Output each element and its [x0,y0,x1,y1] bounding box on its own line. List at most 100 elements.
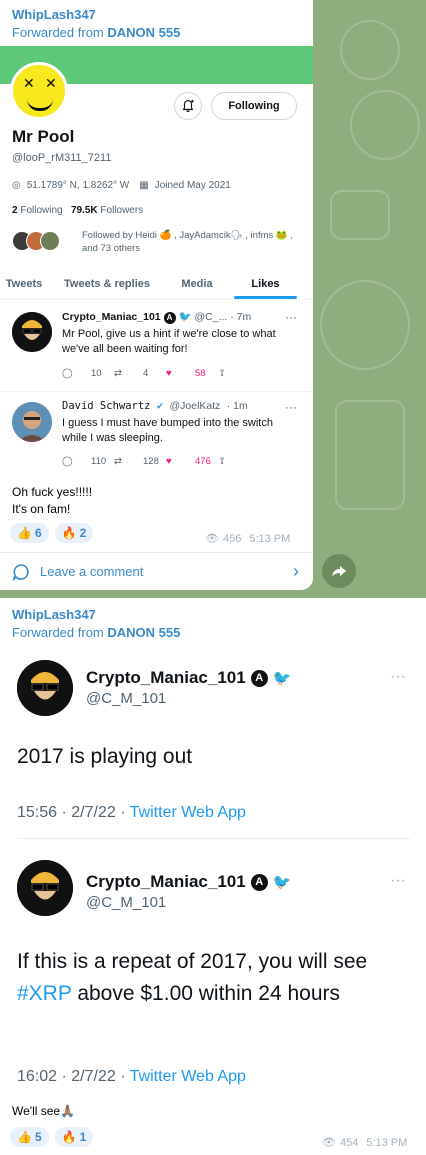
followed-by-avatars [12,231,60,251]
tweet-text: Mr Pool, give us a hint if we're close t… [62,328,276,355]
share-button[interactable]: ⇪ [218,368,270,379]
message-caption: We'll see🙏🏽 [12,1104,76,1118]
retweet-icon: ⇄ [114,368,122,379]
forwarded-from[interactable]: Forwarded from DANON 555 [12,624,414,642]
tweet-app-link[interactable]: Twitter Web App [130,804,246,821]
reply-button[interactable]: ◯ 10 [62,368,114,379]
profile-tabs: Tweets Tweets & replies Media Likes [0,270,313,300]
tweet-app-link[interactable]: Twitter Web App [130,1068,246,1085]
tweet-author-name[interactable]: Crypto_Maniac_101 A 🐦 [86,872,291,892]
a-badge-icon: A [250,873,268,891]
tweet-timestamp: 16:02 · 2/7/22 · Twitter Web App [17,1068,246,1086]
more-options-icon[interactable]: ··· [390,872,406,890]
author-name-text: Crypto_Maniac_101 [86,668,246,687]
tweet-author-handle: @C_M_101 [86,894,167,911]
following-button[interactable]: Following [211,92,297,120]
reaction-thumbs-up[interactable]: 👍 6 [10,523,49,543]
followers-label: Followers [100,205,144,216]
bell-plus-icon [182,99,194,113]
share-button[interactable]: ⇪ [218,456,270,467]
comment-icon [12,563,29,581]
tweet-author-name[interactable]: David Schwartz [62,400,151,412]
forwarded-source: DANON 555 [107,625,181,640]
leave-comment-bar[interactable]: Leave a comment › [0,552,313,590]
tweet-time: 16:02 · 2/7/22 · [17,1068,126,1085]
thumbs-up-icon: 👍 [17,526,32,540]
crypto-maniac-avatar-icon [17,660,73,716]
tweet-time: · 1m [226,400,248,412]
more-options-icon[interactable]: ··· [285,400,297,414]
view-count: 454 [339,1136,359,1149]
more-options-icon[interactable]: ··· [390,668,406,686]
hashtag-link[interactable]: #XRP [17,982,71,1005]
caption-line: Oh fuck yes!!!!! [12,485,93,499]
forwarded-prefix: Forwarded from [12,625,104,640]
retweet-button[interactable]: ⇄ 4 [114,368,166,379]
calendar-icon: ▦ [139,180,149,191]
crypto-maniac-avatar-icon [12,312,52,352]
avatar [12,312,52,352]
tab-likes[interactable]: Likes [228,270,303,299]
eye-icon: 👁 [322,1137,336,1149]
background-doodle [335,400,405,510]
tab-media[interactable]: Media [166,270,228,299]
tweet-author-name[interactable]: Crypto_Maniac_101 A 🐦 [86,668,291,688]
verified-badge-icon: ✔ [156,400,164,412]
reply-button[interactable]: ◯ 110 [62,456,114,467]
david-schwartz-avatar-icon [12,402,52,442]
tweet-author-handle: @C_M_101 [86,690,167,707]
tab-tweets-replies[interactable]: Tweets & replies [48,270,166,299]
forwarded-from[interactable]: Forwarded from DANON 555 [12,24,301,42]
avatar [17,660,73,716]
tweet-text: 2017 is playing out [17,745,193,768]
fire-icon: 🔥 [61,1130,77,1144]
thumbs-up-icon: 👍 [17,1130,32,1144]
like-count: 58 [195,368,206,379]
profile-meta: ◎ 51.1789° N, 1.8262° W ▦ Joined May 202… [12,180,231,191]
retweet-count: 128 [143,456,159,467]
followers-count[interactable]: 79.5K [71,205,98,216]
reactions: 👍 6 🔥 2 [10,523,94,543]
tweet-author-handle: @C_... [194,311,228,323]
reaction-thumbs-up[interactable]: 👍 5 [10,1127,49,1147]
retweet-count: 4 [143,368,149,379]
background-doodle [350,90,420,160]
sender-name[interactable]: WhipLash347 [12,6,301,24]
more-options-icon[interactable]: ··· [285,310,297,324]
profile-joined: Joined May 2021 [154,180,231,191]
followed-by-text[interactable]: Followed by Heidi 🍊 , JayAdamcik🗣 , infm… [82,229,302,255]
tweet-time: · 7m [230,311,252,323]
sender-name[interactable]: WhipLash347 [12,606,414,624]
view-count: 456 [222,532,242,545]
smile-icon [27,99,53,111]
notification-bell-button[interactable] [174,92,202,120]
share-icon: ⇪ [218,456,226,467]
share-icon: ⇪ [218,368,226,379]
tab-tweets[interactable]: Tweets [0,270,48,299]
tweet-author-name[interactable]: Crypto_Maniac_101 [62,311,161,323]
reaction-count: 5 [34,1130,42,1144]
twitter-bird-icon: 🐦 [272,874,292,891]
reaction-fire[interactable]: 🔥 1 [54,1127,94,1147]
message-meta: 👁 454 5:13 PM [322,1136,407,1150]
avatar [17,860,73,916]
message-caption: Oh fuck yes!!!!! It's on fam! [12,484,92,518]
background-doodle [340,20,400,80]
reaction-fire[interactable]: 🔥 2 [54,523,94,543]
a-badge-icon: A [250,669,268,687]
like-button[interactable]: ♥ 476 [166,456,218,467]
following-count[interactable]: 2 [12,205,18,216]
twitter-bird-icon: 🐦 [178,311,192,323]
avatar [40,231,60,251]
forward-share-button[interactable] [322,554,356,588]
retweet-icon: ⇄ [114,456,122,467]
profile-location: 51.1789° N, 1.8262° W [26,180,130,191]
follow-counts: 2 Following 79.5K Followers [12,205,143,216]
x-eye-icon: ✕ [45,75,57,91]
reply-count: 10 [91,368,102,379]
like-button[interactable]: ♥ 58 [166,368,218,379]
reply-icon: ◯ [62,368,73,379]
tweet-actions: ◯ 110 ⇄ 128 ♥ 476 ⇪ [62,456,262,467]
retweet-button[interactable]: ⇄ 128 [114,456,166,467]
divider [0,391,313,392]
